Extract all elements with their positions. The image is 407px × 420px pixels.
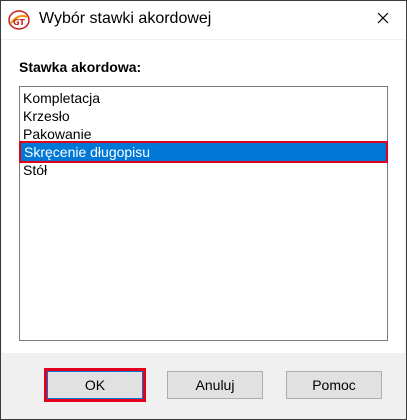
title-bar[interactable]: GT Wybór stawki akordowej	[1, 1, 406, 39]
list-item-kompletacja[interactable]: Kompletacja	[20, 89, 387, 107]
button-bar: OK Anuluj Pomoc	[2, 353, 405, 419]
app-logo-icon: GT	[8, 10, 30, 30]
dialog-content: Stawka akordowa: Kompletacja Krzesło Pak…	[2, 40, 405, 353]
cancel-button[interactable]: Anuluj	[167, 371, 263, 399]
help-button[interactable]: Pomoc	[286, 371, 382, 399]
svg-text:GT: GT	[13, 18, 25, 27]
close-button[interactable]	[360, 1, 406, 39]
ok-button[interactable]: OK	[47, 371, 143, 399]
list-item-pakowanie[interactable]: Pakowanie	[20, 125, 387, 143]
list-item-skrecenie-dlugopisu[interactable]: Skręcenie długopisu	[21, 143, 386, 161]
close-icon	[377, 11, 389, 29]
dialog-window: GT Wybór stawki akordowej Stawka akordow…	[0, 0, 407, 420]
window-title: Wybór stawki akordowej	[39, 10, 212, 27]
list-item-krzeslo[interactable]: Krzesło	[20, 107, 387, 125]
list-item-stol[interactable]: Stół	[20, 161, 387, 179]
rate-label: Stawka akordowa:	[19, 59, 142, 75]
rate-listbox[interactable]: Kompletacja Krzesło Pakowanie Skręcenie …	[19, 86, 388, 341]
